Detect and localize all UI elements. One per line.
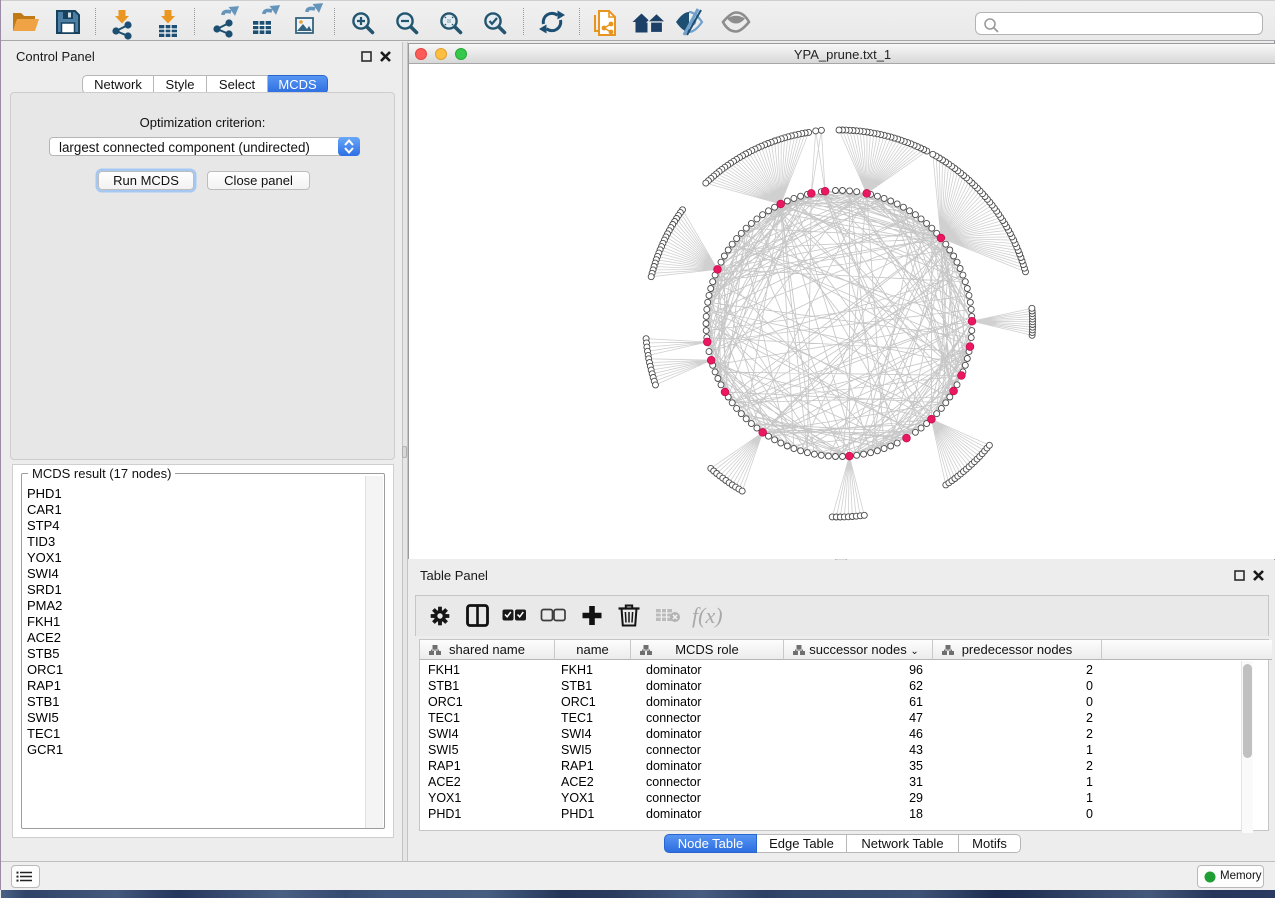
svg-text:f(x): f(x) [692, 603, 723, 628]
